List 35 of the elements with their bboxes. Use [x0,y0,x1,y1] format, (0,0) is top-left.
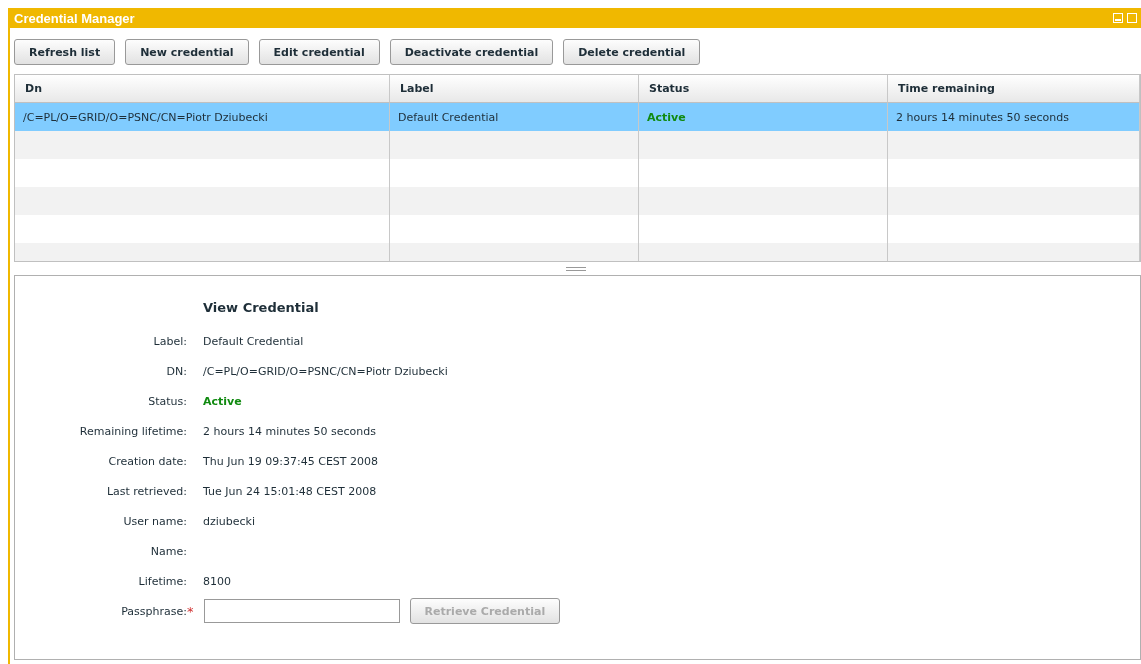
field-label: Last retrieved: [106,483,187,500]
column-header[interactable]: Dn [15,75,390,103]
field-value: Thu Jun 19 09:37:45 CEST 2008 [203,453,380,470]
field-value: 2 hours 14 minutes 50 seconds [203,423,377,440]
field-label: Lifetime: [138,573,187,590]
field-value: /C=PL/O=GRID/O=PSNC/CN=Piotr Dziubecki [203,363,449,380]
field-label: DN: [166,363,187,380]
section-title: View Credential [203,300,320,317]
toolbar-button[interactable]: Deactivate credential [389,39,554,65]
window-title: Credential Manager [14,10,135,26]
field-value: 8100 [203,573,232,590]
field-label: Creation date: [108,453,187,470]
column-header[interactable]: Status [639,75,888,103]
splitter-grip-icon[interactable] [565,266,586,271]
field-label: Remaining lifetime: [79,423,187,440]
minimize-icon[interactable] [1113,13,1123,23]
toolbar-button[interactable]: New credential [125,39,249,65]
field-value: Tue Jun 24 15:01:48 CEST 2008 [203,483,378,500]
field-label: Label: [153,333,187,350]
field-value: dziubecki [203,513,256,530]
field-value: Active [203,393,243,410]
toolbar-button[interactable]: Refresh list [14,39,116,65]
field-label: Passphrase: [121,603,187,620]
table-row[interactable]: /C=PL/O=GRID/O=PSNC/CN=Piotr Dziubecki Default Credential Active 2 hours 14 minutes 50 seconds [15,103,1140,131]
field-label: Status: [148,393,187,410]
passphrase-field[interactable] [203,599,400,623]
column-header[interactable]: Label [390,75,639,103]
toolbar-button[interactable]: Edit credential [258,39,380,65]
column-header[interactable]: Time remaining [888,75,1140,103]
required-mark: * [187,603,194,619]
field-label: Name: [150,543,187,560]
field-label: User name: [123,513,187,530]
toolbar-button[interactable]: Delete credential [563,39,701,65]
field-value: Default Credential [203,333,305,350]
maximize-icon[interactable] [1127,13,1137,23]
